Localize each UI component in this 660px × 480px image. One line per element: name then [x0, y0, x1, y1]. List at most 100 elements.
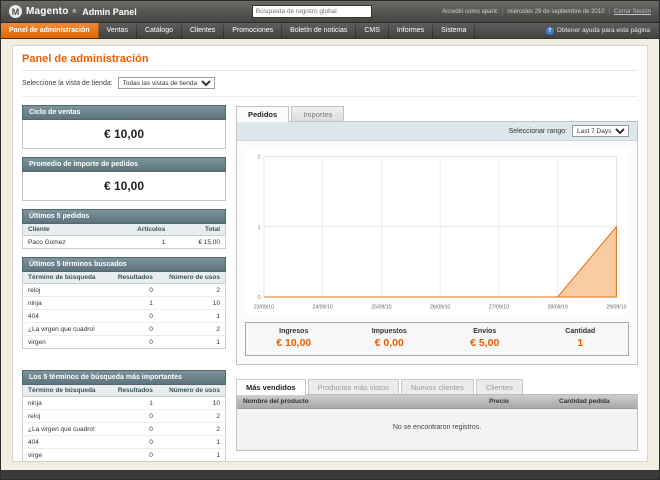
table-row[interactable]: virge 0 1	[22, 448, 226, 462]
content-panel: Panel de administración Seleccione la vi…	[12, 45, 648, 462]
window-bottom-edge	[1, 470, 659, 479]
tab-importes[interactable]: Importes	[291, 106, 345, 122]
table-row[interactable]: Paco Gomez 1 € 15,00	[22, 235, 226, 249]
cell-uses: 1	[157, 309, 226, 323]
cell-term: ninja	[22, 396, 109, 410]
nav-item-informes[interactable]: Informes	[389, 23, 434, 38]
range-switcher: Seleccionar rango: Last 7 Days	[237, 122, 637, 141]
grid-tab-productos-mas-vistos[interactable]: Productos más vistos	[307, 378, 399, 395]
grid-tab-clientes[interactable]: Clientes	[475, 378, 523, 395]
help-link[interactable]: ? Obtener ayuda para esta página	[545, 23, 659, 38]
cell-total: € 15,00	[170, 235, 226, 249]
store-view-label: Seleccione la vista de tienda:	[22, 79, 113, 87]
products-tabs: Más vendidos Productos más vistos Nuevos…	[236, 378, 638, 395]
nav-item-ventas[interactable]: Ventas	[99, 23, 137, 38]
column-header: Resultados	[108, 385, 158, 397]
nav-item-sistema[interactable]: Sistema	[433, 23, 476, 38]
table-row[interactable]: virgen 0 1	[22, 335, 226, 349]
table-row[interactable]: 404 0 1	[22, 435, 226, 449]
column-header: Número de usos	[157, 385, 226, 397]
svg-text:28/09/10: 28/09/10	[547, 305, 567, 311]
logout-link[interactable]: Cerrar Sesión	[614, 9, 651, 15]
cell-uses: 10	[157, 296, 226, 310]
cell-results: 1	[108, 396, 158, 410]
top-search-box: Los 5 términos de búsqueda más important…	[22, 370, 226, 462]
grid-tab-mas-vendidos[interactable]: Más vendidos	[236, 378, 306, 395]
column-header: Resultados	[108, 272, 158, 284]
nav-item-dashboard[interactable]: Panel de administración	[1, 23, 99, 38]
stat-value: 1	[577, 336, 584, 349]
column-header: Término de búsqueda	[22, 272, 109, 284]
orders-tab-panel: Seleccionar rango: Last 7 Days 0 1 2 23/09/…	[236, 121, 638, 365]
cell-term: ¿La virgen que cuadro!	[22, 422, 109, 436]
store-view-switcher: Seleccione la vista de tienda: Todas las…	[22, 71, 638, 97]
column-header-price: Precio	[489, 397, 509, 405]
svg-text:26/09/10: 26/09/10	[430, 305, 450, 311]
nav-item-promociones[interactable]: Promociones	[224, 23, 283, 38]
table-row[interactable]: ninja 1 10	[22, 396, 226, 410]
cell-uses: 2	[157, 322, 226, 336]
nav-item-cms[interactable]: CMS	[356, 23, 389, 38]
nav-item-clientes[interactable]: Clientes	[182, 23, 225, 38]
stat-impuestos: Impuestos € 0,00	[342, 323, 438, 355]
cell-uses: 1	[157, 435, 226, 449]
top-search-table: Término de búsqueda Resultados Número de…	[22, 385, 226, 462]
svg-text:2: 2	[258, 154, 261, 160]
cell-results: 0	[108, 422, 158, 436]
nav-item-boletin[interactable]: Boletín de noticias	[282, 23, 357, 38]
cell-term: reloj	[22, 283, 109, 297]
global-search-input[interactable]	[251, 5, 372, 18]
table-row[interactable]: reloj 0 2	[22, 409, 226, 423]
stat-ingresos: Ingresos € 10,00	[246, 323, 342, 355]
svg-text:29/09/10: 29/09/10	[606, 305, 626, 311]
top-search-header: Los 5 términos de búsqueda más important…	[22, 370, 226, 385]
stat-value: € 0,00	[374, 336, 404, 349]
table-row[interactable]: ninja 1 10	[22, 296, 226, 310]
cell-customer: Paco Gomez	[22, 235, 105, 249]
empty-state-text: No se encontraron registros.	[237, 408, 637, 450]
average-orders-header: Promedio de importe de pedidos	[22, 157, 226, 172]
stat-label: Ingresos	[279, 327, 309, 335]
cell-term: 404	[22, 435, 109, 449]
table-row[interactable]: 404 0 1	[22, 309, 226, 323]
cell-uses: 2	[157, 422, 226, 436]
stat-value: € 10,00	[276, 336, 312, 349]
help-label: Obtener ayuda para esta página	[556, 27, 650, 34]
column-header-qty: Cantidad pedida	[559, 397, 610, 405]
range-select[interactable]: Last 7 Days	[572, 125, 629, 137]
cell-term: virgen	[22, 335, 109, 349]
cell-uses: 10	[157, 396, 226, 410]
cell-uses: 1	[157, 335, 226, 349]
store-view-select[interactable]: Todas las vistas de tienda	[117, 77, 215, 89]
stat-label: Impuestos	[371, 327, 407, 335]
orders-chart-svg: 0 1 2 23/09/10 24/09/10 25/09/10 26/09/10 27/09…	[254, 154, 627, 311]
stat-label: Cantidad	[565, 327, 596, 335]
cell-results: 0	[108, 409, 158, 423]
separator: |	[608, 8, 610, 15]
nav-item-catalogo[interactable]: Catálogo	[137, 23, 182, 38]
cell-items: 1	[104, 235, 171, 249]
cell-results: 0	[108, 283, 158, 297]
tab-pedidos[interactable]: Pedidos	[236, 106, 290, 122]
lifetime-sales-header: Ciclo de ventas	[22, 105, 226, 120]
table-row[interactable]: reloj 0 2	[22, 283, 226, 297]
cell-results: 0	[108, 309, 158, 323]
svg-text:0: 0	[258, 295, 261, 301]
table-row[interactable]: ¿La virgen que cuadro! 0 2	[22, 422, 226, 436]
grid-tab-nuevos-clientes[interactable]: Nuevos clientes	[400, 378, 474, 395]
table-row[interactable]: ¿La virgen que cuadro! 0 2	[22, 322, 226, 336]
registered-mark: ®	[72, 8, 77, 15]
main-nav: Panel de administración Ventas Catálogo …	[1, 23, 659, 39]
last-orders-box: Últimos 5 pedidos Cliente Artículos Tota…	[22, 209, 226, 249]
column-header: Total	[170, 224, 226, 236]
magento-admin-window: M Magento ® Admin Panel Accedió como apa…	[0, 0, 660, 480]
cell-results: 0	[108, 448, 158, 462]
date-text: miércoles 29 de septiembre de 2010	[507, 8, 605, 15]
average-orders-box: Promedio de importe de pedidos € 10,00	[22, 157, 226, 201]
dashboard-main-column: Pedidos Importes Seleccionar rango: Last…	[236, 105, 638, 470]
totals-bar: Ingresos € 10,00 Impuestos € 0,00 Envíos…	[245, 321, 629, 356]
products-grid: Nombre del producto Precio Cantidad pedi…	[236, 393, 638, 451]
stat-label: Envíos	[473, 327, 497, 335]
cell-term: virge	[22, 448, 109, 462]
stat-envios: Envíos € 5,00	[437, 323, 533, 355]
